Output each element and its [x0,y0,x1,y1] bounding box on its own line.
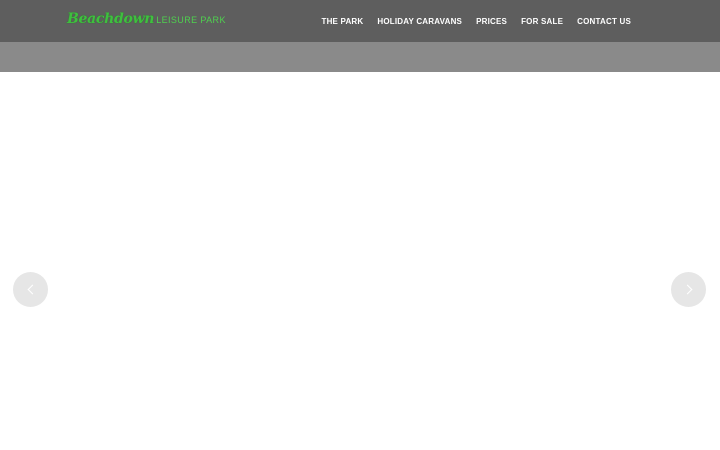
slider-next-button[interactable] [671,272,706,307]
site-logo[interactable]: Beachdown LEISURE PARK [67,11,226,29]
logo-subtitle: LEISURE PARK [156,15,226,25]
chevron-left-icon [27,284,37,295]
site-header: Beachdown LEISURE PARK THE PARK HOLIDAY … [0,0,720,42]
nav-item-for-sale[interactable]: FOR SALE [521,17,563,26]
logo-script-text: Beachdown [67,11,155,27]
image-slider [0,72,720,450]
nav-item-holiday-caravans[interactable]: HOLIDAY CARAVANS [377,17,462,26]
chevron-right-icon [682,284,692,295]
nav-item-contact-us[interactable]: CONTACT US [577,17,631,26]
nav-item-the-park[interactable]: THE PARK [321,17,363,26]
slider-prev-button[interactable] [13,272,48,307]
header-subbar [0,42,720,72]
main-nav: THE PARK HOLIDAY CARAVANS PRICES FOR SAL… [321,0,631,42]
nav-item-prices[interactable]: PRICES [476,17,507,26]
